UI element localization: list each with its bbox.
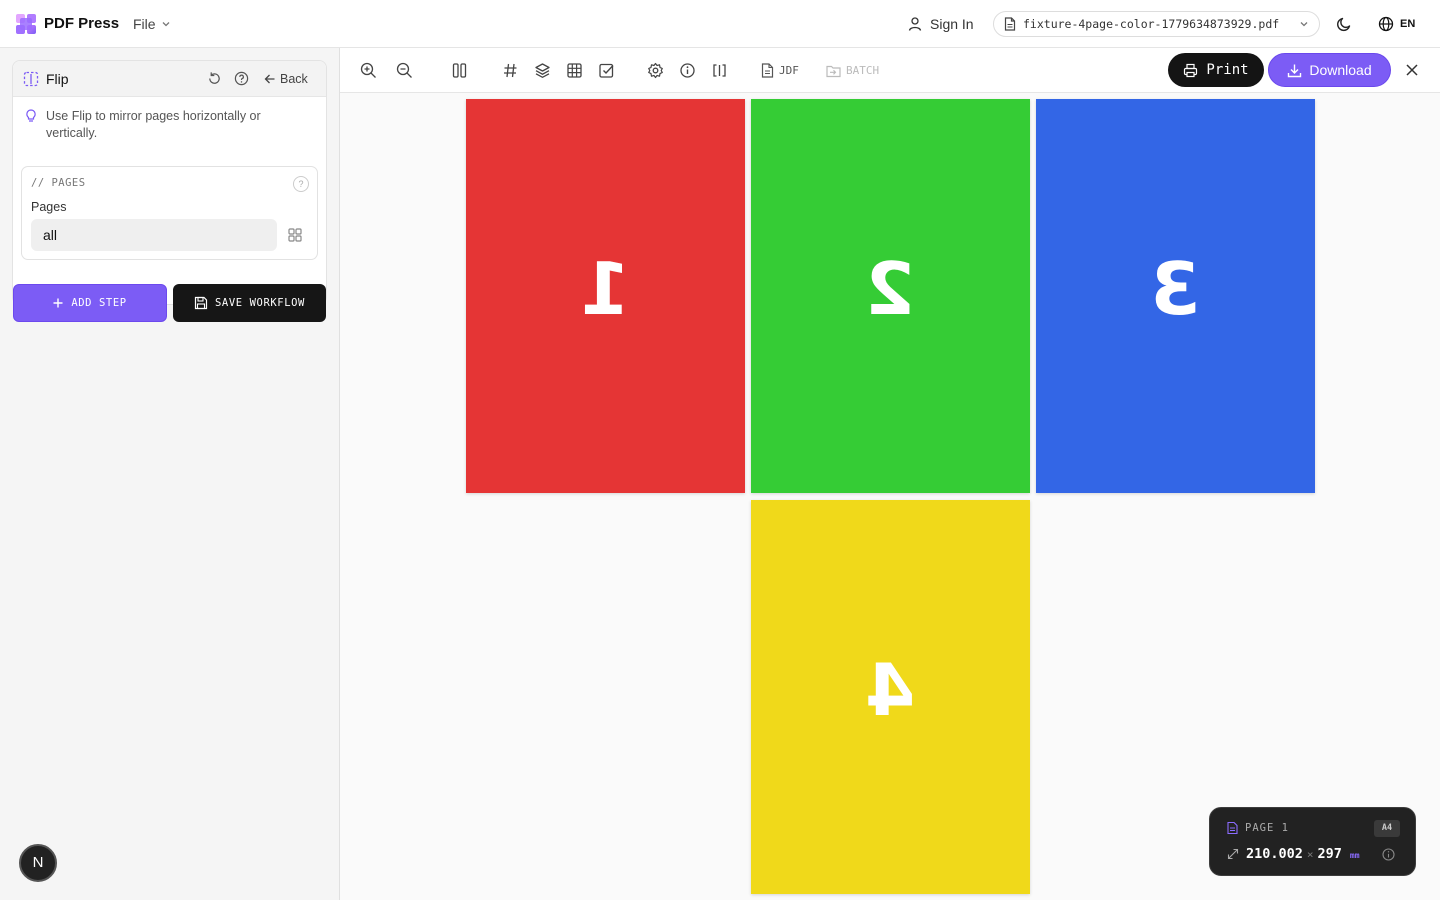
pages-section: // PAGES ? Pages [21,166,318,260]
save-workflow-button[interactable]: SAVE WORKFLOW [173,284,326,322]
chevron-down-icon [162,22,170,27]
back-label: Back [280,72,308,86]
download-button[interactable]: Download [1268,53,1391,87]
file-icon [1004,17,1016,31]
batch-button[interactable]: BATCH [826,62,879,79]
page-thumbnail-4[interactable]: 4 [751,500,1030,894]
dev-badge[interactable]: N [19,844,57,882]
zoom-out-icon[interactable] [396,62,413,79]
document-icon [761,63,774,78]
chevron-down-icon [1300,22,1308,27]
paper-size-badge: A4 [1374,820,1400,837]
columns-view-icon[interactable] [451,62,468,79]
section-title: // PAGES [31,177,86,189]
theme-toggle-moon-icon[interactable] [1335,15,1353,33]
tool-card: Flip Back Use Flip to mirror pages horiz… [12,60,327,305]
batch-label: BATCH [846,64,880,77]
lightbulb-icon [26,109,36,122]
layers-icon[interactable] [534,62,551,79]
viewer-toolbar: JDF BATCH Print Download [340,48,1440,93]
language-selector[interactable]: EN [1378,15,1415,33]
file-name: fixture-4page-color-1779634873929.pdf [1023,17,1280,31]
times-sign: × [1306,848,1314,861]
print-label: Print [1206,62,1249,78]
page-number: 4 [865,648,916,732]
add-step-button[interactable]: ADD STEP [13,284,167,322]
tool-header: Flip Back [13,61,326,97]
page-label: PAGE 1 [1245,822,1289,834]
pages-input[interactable] [31,219,277,251]
page-height: 297 [1317,846,1342,862]
save-icon [194,296,208,310]
help-icon[interactable] [234,71,249,86]
globe-icon [1378,16,1394,32]
page-number: 2 [865,247,916,331]
page-thumbnail-2[interactable]: 2 [751,99,1030,493]
jdf-label: JDF [779,64,799,77]
reset-icon[interactable] [207,71,222,86]
page-icon [1227,822,1238,834]
page-number: 3 [1150,247,1201,331]
close-icon[interactable] [1404,62,1420,78]
zoom-in-icon[interactable] [360,62,377,79]
download-icon [1288,64,1302,77]
page-width: 210.002 [1246,846,1303,862]
jdf-button[interactable]: JDF [761,62,799,79]
info-icon[interactable] [1382,848,1395,861]
folder-import-icon [826,65,841,77]
sidebar: Flip Back Use Flip to mirror pages horiz… [0,48,340,900]
user-icon [908,17,922,31]
sign-in-label: Sign In [930,16,974,32]
file-selector[interactable]: fixture-4page-color-1779634873929.pdf [993,11,1320,37]
settings-gear-icon[interactable] [647,62,664,79]
spread-view-icon[interactable] [711,62,728,79]
add-step-label: ADD STEP [71,297,127,309]
tool-title: Flip [46,71,69,87]
resize-icon [1227,848,1239,860]
top-bar: PDF Press File Sign In fixture-4page-col… [0,0,1440,48]
printer-icon [1184,63,1198,77]
arrow-left-icon [264,74,275,84]
sign-in-button[interactable]: Sign In [907,14,974,34]
save-workflow-label: SAVE WORKFLOW [215,297,305,309]
page-number: 1 [580,247,631,331]
pages-label: Pages [31,200,67,214]
hash-icon[interactable] [502,62,519,79]
pdf-press-logo-icon[interactable] [16,14,36,34]
grid-icon[interactable] [566,62,583,79]
language-label: EN [1400,18,1416,30]
download-label: Download [1309,62,1372,78]
tool-hint: Use Flip to mirror pages horizontally or… [25,108,315,142]
checkbox-icon[interactable] [598,62,615,79]
pages-help-icon[interactable]: ? [293,176,309,192]
page-thumbnail-1[interactable]: 1 [466,99,745,493]
page-thumbnail-3[interactable]: 3 [1036,99,1315,493]
hint-text: Use Flip to mirror pages horizontally or… [46,109,261,140]
print-button[interactable]: Print [1168,53,1264,87]
plus-icon [53,298,63,308]
page-info-panel: PAGE 1 A4 210.002 × 297 mm [1209,807,1416,876]
page-picker-grid-icon[interactable] [288,228,302,242]
back-button[interactable]: Back [264,70,308,88]
file-menu-label: File [133,16,156,32]
flip-icon [23,71,39,87]
brand-name: PDF Press [44,15,120,32]
unit-label: mm [1349,851,1360,860]
file-menu[interactable]: File [133,14,171,34]
page-dimensions: 210.002 × 297 mm [1246,846,1360,862]
info-icon[interactable] [679,62,696,79]
